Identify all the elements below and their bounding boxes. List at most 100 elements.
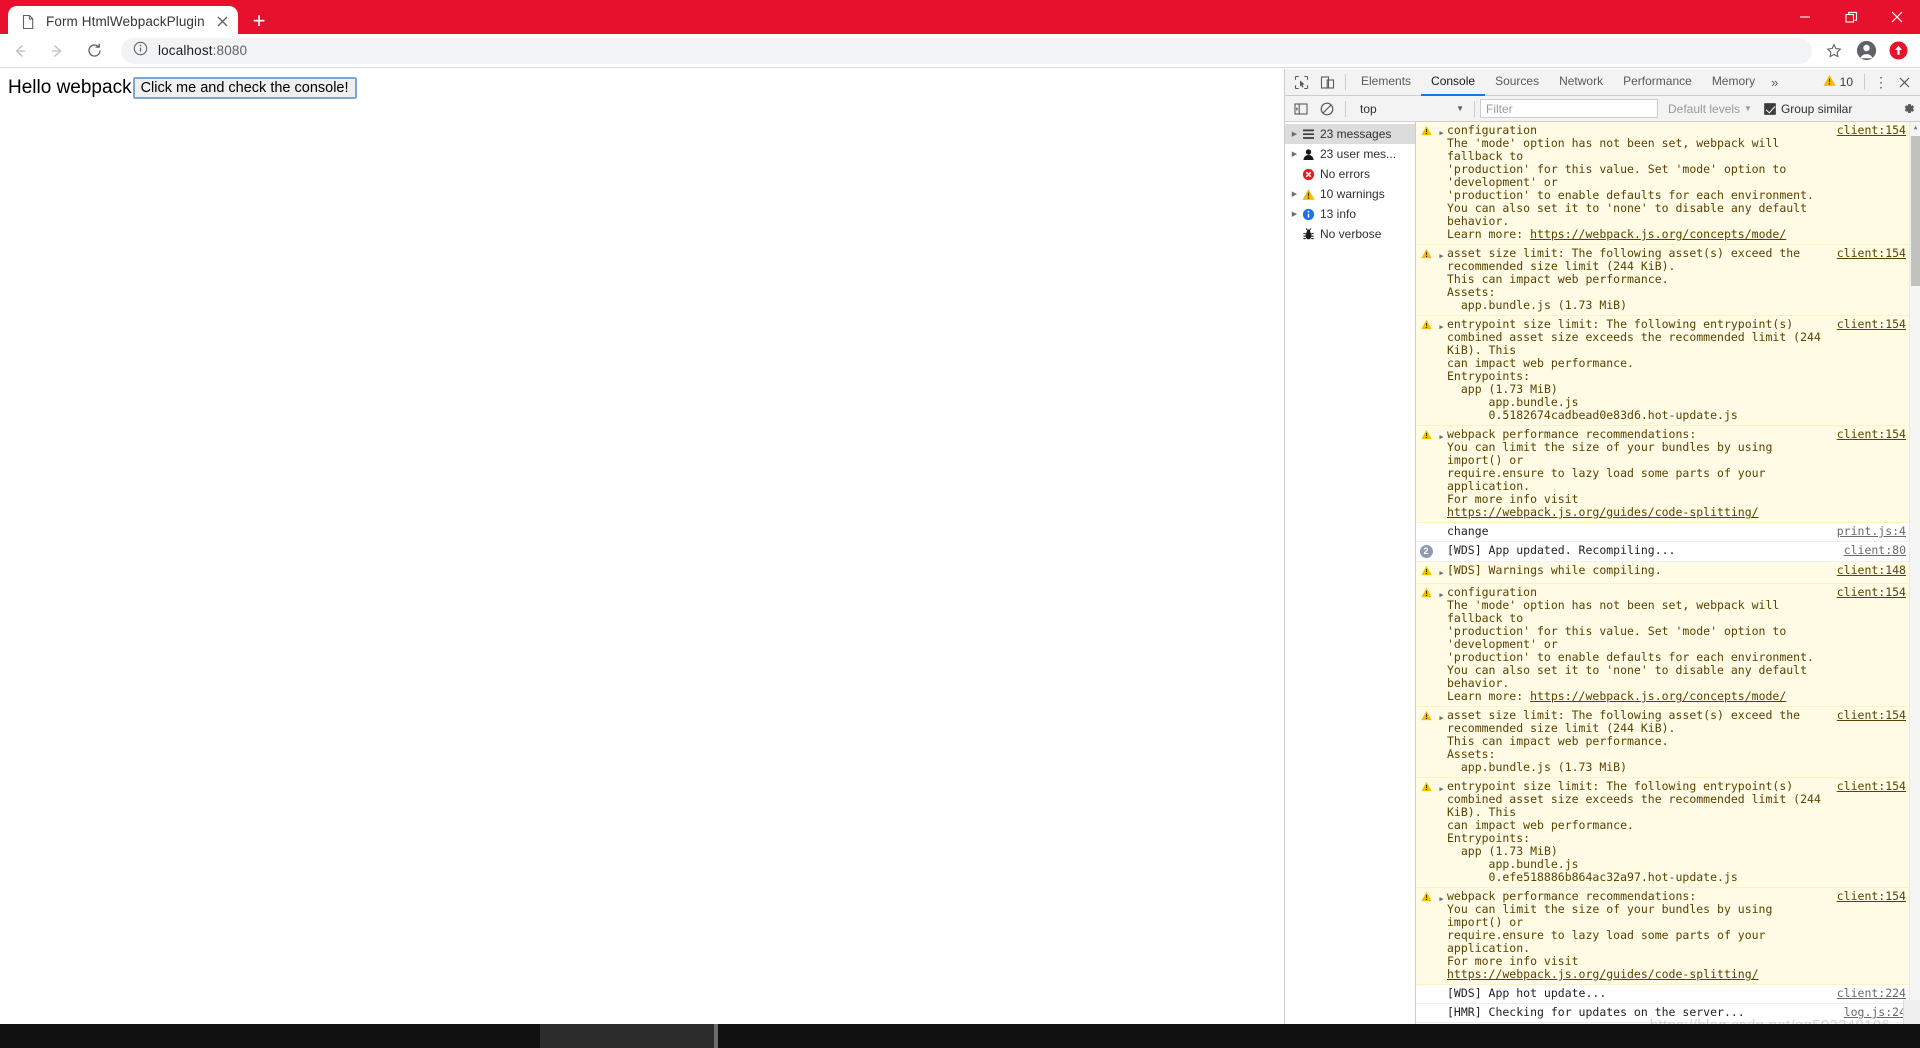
browser-tab[interactable]: Form HtmlWebpackPlugin xyxy=(8,6,238,37)
console-message-row[interactable]: ▶ webpack performance recommendations: Yo… xyxy=(1416,426,1920,523)
window-controls xyxy=(1782,0,1920,34)
user-icon xyxy=(1300,148,1317,161)
reload-icon[interactable] xyxy=(77,36,111,66)
forward-button[interactable] xyxy=(40,36,74,66)
console-message-source-link[interactable]: client:154 xyxy=(1831,780,1920,793)
console-message-row[interactable]: ▶ configuration The 'mode' option has not… xyxy=(1416,122,1920,245)
back-button[interactable] xyxy=(3,36,37,66)
console-filter-input[interactable] xyxy=(1480,99,1658,118)
disclosure-triangle-icon[interactable]: ▶ xyxy=(1436,318,1447,334)
console-message-text: [WDS] App updated. Recompiling... xyxy=(1447,543,1676,557)
execution-context-select[interactable]: top ▼ xyxy=(1351,99,1469,118)
disclosure-spacer xyxy=(1436,525,1447,528)
device-toolbar-icon[interactable] xyxy=(1314,70,1340,94)
console-message-row[interactable]: [HMR] Checking for updates on the server… xyxy=(1416,1004,1920,1023)
tab-sources[interactable]: Sources xyxy=(1485,69,1549,96)
disclosure-triangle-icon[interactable]: ▶ xyxy=(1436,890,1447,906)
console-message-source-link[interactable]: client:154 xyxy=(1831,124,1920,137)
tab-memory[interactable]: Memory xyxy=(1702,69,1765,96)
minimize-icon[interactable] xyxy=(1782,0,1828,34)
tab-network[interactable]: Network xyxy=(1549,69,1613,96)
console-message-source-link[interactable]: client:154 xyxy=(1831,318,1920,331)
console-message-source-link[interactable]: client:154 xyxy=(1831,890,1920,903)
chevron-right-icon[interactable]: ▶ xyxy=(1289,211,1300,218)
tab-elements[interactable]: Elements xyxy=(1351,69,1421,96)
disclosure-triangle-icon[interactable]: ▶ xyxy=(1436,564,1447,580)
console-message-source-link[interactable]: client:154 xyxy=(1831,428,1920,441)
warning-triangle-icon xyxy=(1416,124,1436,136)
disclosure-triangle-icon[interactable]: ▶ xyxy=(1436,124,1447,140)
window-scrollbar[interactable] xyxy=(1903,1000,1920,1024)
warning-count-indicator[interactable]: 10 xyxy=(1817,74,1859,90)
new-tab-button[interactable]: + xyxy=(242,6,276,36)
disclosure-triangle-icon[interactable]: ▶ xyxy=(1436,247,1447,263)
address-bar[interactable]: localhost:8080 xyxy=(121,37,1812,64)
console-message-text: [HMR] Checking for updates on the server… xyxy=(1447,1005,1745,1019)
console-message-link[interactable]: https://webpack.js.org/guides/code-split… xyxy=(1447,505,1759,519)
warning-triangle-icon xyxy=(1300,188,1317,201)
console-message-link[interactable]: https://webpack.js.org/concepts/mode/ xyxy=(1530,689,1786,703)
click-me-button[interactable]: Click me and check the console! xyxy=(132,77,357,99)
checkbox-icon[interactable] xyxy=(1763,102,1776,115)
profile-avatar-icon[interactable] xyxy=(1852,37,1880,65)
console-message-source-link[interactable]: client:148 xyxy=(1831,564,1920,577)
console-message-source-link[interactable]: client:224 xyxy=(1831,987,1920,1000)
page-title: Hello webpack xyxy=(8,77,132,98)
log-levels-select[interactable]: Default levels ▼ xyxy=(1668,102,1752,116)
sidebar-item-warnings[interactable]: ▶ 10 warnings xyxy=(1285,184,1415,204)
disclosure-triangle-icon[interactable]: ▶ xyxy=(1436,428,1447,444)
disclosure-spacer xyxy=(1436,544,1447,547)
close-icon[interactable] xyxy=(1874,0,1920,34)
sidebar-item-messages[interactable]: ▶ 23 messages xyxy=(1285,124,1415,144)
devtools-menu-button[interactable]: ⋮ xyxy=(1870,70,1892,94)
console-message-source-link[interactable]: client:154 xyxy=(1831,586,1920,599)
console-message-row[interactable]: ▶ webpack performance recommendations: Yo… xyxy=(1416,888,1920,985)
console-message-row[interactable]: ▶ entrypoint size limit: The following en… xyxy=(1416,316,1920,426)
console-message-row[interactable]: [WDS] App hot update... client:224 xyxy=(1416,985,1920,1004)
scrollbar-thumb[interactable] xyxy=(1911,136,1920,286)
console-message-row[interactable]: ▶ asset size limit: The following asset(s… xyxy=(1416,245,1920,316)
sidebar-item-errors[interactable]: No errors xyxy=(1285,164,1415,184)
console-scrollbar[interactable]: ▲ ▼ xyxy=(1909,122,1920,1024)
more-tabs-button[interactable]: » xyxy=(1765,69,1784,96)
clear-console-icon[interactable] xyxy=(1314,97,1340,121)
restore-icon[interactable] xyxy=(1828,0,1874,34)
console-message-source-link[interactable]: print.js:4 xyxy=(1831,525,1920,538)
scroll-up-arrow-icon[interactable]: ▲ xyxy=(1910,122,1920,133)
console-message-row[interactable]: ▶ entrypoint size limit: The following en… xyxy=(1416,778,1920,888)
console-message-row[interactable]: ▶ [WDS] Warnings while compiling. client:1… xyxy=(1416,562,1920,584)
info-icon xyxy=(1300,208,1317,221)
console-message-source-link[interactable]: client:154 xyxy=(1831,709,1920,722)
console-message-row[interactable]: ▶ asset size limit: The following asset(s… xyxy=(1416,707,1920,778)
console-message-link[interactable]: https://webpack.js.org/concepts/mode/ xyxy=(1530,227,1786,241)
tab-performance[interactable]: Performance xyxy=(1613,69,1702,96)
sidebar-item-info[interactable]: ▶ 13 info xyxy=(1285,204,1415,224)
console-message-link[interactable]: https://webpack.js.org/guides/code-split… xyxy=(1447,967,1759,981)
close-icon[interactable] xyxy=(212,12,232,32)
tab-console[interactable]: Console xyxy=(1421,69,1486,96)
sidebar-item-verbose[interactable]: No verbose xyxy=(1285,224,1415,244)
close-devtools-button[interactable] xyxy=(1892,70,1916,94)
chevron-right-icon[interactable]: ▶ xyxy=(1289,151,1300,158)
console-message-row[interactable]: 2 [WDS] App updated. Recompiling... client… xyxy=(1416,542,1920,562)
chevron-down-icon: ▼ xyxy=(1456,104,1464,113)
disclosure-spacer xyxy=(1436,1006,1447,1009)
star-icon[interactable] xyxy=(1820,37,1848,65)
extension-icon[interactable] xyxy=(1886,39,1910,63)
inspect-element-icon[interactable] xyxy=(1288,70,1314,94)
console-message-source-link[interactable]: client:154 xyxy=(1831,247,1920,260)
console-sidebar-toggle-icon[interactable] xyxy=(1288,97,1314,121)
console-message-source-link[interactable]: client:80 xyxy=(1838,544,1920,557)
taskbar-active-item[interactable] xyxy=(540,1024,714,1048)
disclosure-triangle-icon[interactable]: ▶ xyxy=(1436,780,1447,796)
console-message-list[interactable]: ▶ configuration The 'mode' option has not… xyxy=(1416,122,1920,1024)
console-message-row[interactable]: change print.js:4 xyxy=(1416,523,1920,542)
console-message-row[interactable]: ▶ configuration The 'mode' option has not… xyxy=(1416,584,1920,707)
disclosure-triangle-icon[interactable]: ▶ xyxy=(1436,709,1447,725)
gear-icon[interactable] xyxy=(1901,101,1916,116)
sidebar-item-user-messages[interactable]: ▶ 23 user mes... xyxy=(1285,144,1415,164)
disclosure-triangle-icon[interactable]: ▶ xyxy=(1436,586,1447,602)
chevron-right-icon[interactable]: ▶ xyxy=(1289,191,1300,198)
chevron-right-icon[interactable]: ▶ xyxy=(1289,131,1300,138)
group-similar-toggle[interactable]: Group similar xyxy=(1763,102,1852,116)
